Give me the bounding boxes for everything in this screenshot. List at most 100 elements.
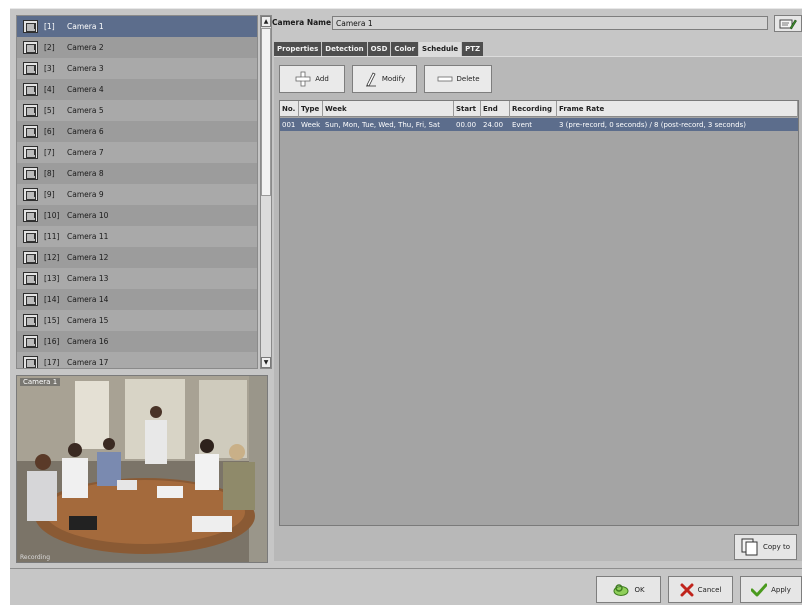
camera-icon: [23, 356, 38, 368]
camera-list-item[interactable]: [9] Camera 9: [17, 184, 257, 205]
camera-list-item[interactable]: [12] Camera 12: [17, 247, 257, 268]
scroll-up-button[interactable]: ▲: [261, 16, 271, 27]
cancel-button[interactable]: Cancel: [668, 576, 733, 603]
tab-detection[interactable]: Detection: [322, 42, 367, 56]
camera-number: [2]: [44, 43, 55, 52]
camera-list-item[interactable]: [13] Camera 13: [17, 268, 257, 289]
copy-to-label: Copy to: [762, 543, 790, 551]
camera-number: [1]: [44, 22, 55, 31]
camera-icon: [23, 104, 38, 117]
camera-list-item[interactable]: [7] Camera 7: [17, 142, 257, 163]
camera-list-item[interactable]: [6] Camera 6: [17, 121, 257, 142]
camera-name: Camera 5: [67, 106, 104, 115]
pencil-icon: [365, 72, 376, 87]
column-header[interactable]: Type: [299, 101, 323, 117]
scroll-down-button[interactable]: ▼: [261, 357, 271, 368]
camera-settings-window: [1] Camera 1 [2] Camera 2 [3] Camera 3 [4] Came…: [10, 8, 802, 605]
camera-name: Camera 11: [67, 232, 109, 241]
camera-name: Camera 10: [67, 211, 109, 220]
camera-list-item[interactable]: [8] Camera 8: [17, 163, 257, 184]
camera-number: [13]: [44, 274, 60, 283]
camera-name: Camera 9: [67, 190, 104, 199]
camera-name: Camera 16: [67, 337, 109, 346]
preview-image: [17, 376, 267, 562]
copy-icon: [741, 538, 758, 556]
camera-list-item[interactable]: [3] Camera 3: [17, 58, 257, 79]
camera-list-item[interactable]: [10] Camera 10: [17, 205, 257, 226]
camera-name: Camera 1: [67, 22, 104, 31]
camera-list-item[interactable]: [1] Camera 1: [17, 16, 257, 37]
column-header[interactable]: Frame Rate: [557, 101, 798, 117]
camera-icon: [23, 272, 38, 285]
camera-number: [12]: [44, 253, 60, 262]
camera-list-item[interactable]: [14] Camera 14: [17, 289, 257, 310]
cell-end: 24.00: [483, 120, 504, 129]
camera-icon: [23, 209, 38, 222]
camera-number: [10]: [44, 211, 60, 220]
tab-schedule[interactable]: Schedule: [419, 42, 462, 56]
dialog-footer: OK Cancel Apply: [10, 568, 802, 605]
camera-list-item[interactable]: [15] Camera 15: [17, 310, 257, 331]
camera-icon: [23, 146, 38, 159]
apply-label: Apply: [771, 585, 791, 594]
column-header[interactable]: Week: [323, 101, 454, 117]
add-label: Add: [315, 75, 329, 83]
camera-name: Camera 2: [67, 43, 104, 52]
camera-number: [5]: [44, 106, 55, 115]
camera-icon: [23, 293, 38, 306]
camera-list-item[interactable]: [2] Camera 2: [17, 37, 257, 58]
edit-name-button[interactable]: [774, 15, 802, 32]
red-x-icon: [680, 583, 694, 596]
modify-label: Modify: [381, 75, 406, 83]
camera-name: Camera 15: [67, 316, 109, 325]
camera-name: Camera 6: [67, 127, 104, 136]
camera-number: [3]: [44, 64, 55, 73]
edit-pencil-icon: [779, 19, 797, 29]
add-button[interactable]: Add: [279, 65, 345, 93]
cell-recording: Event: [512, 120, 533, 129]
column-header[interactable]: No.: [280, 101, 299, 117]
preview-camera-label: Camera 1: [20, 378, 61, 386]
scroll-thumb[interactable]: [261, 28, 271, 196]
ok-hand-icon: [613, 583, 629, 596]
schedule-table: No. Type Week Start End Recording Frame Rate 0…: [279, 100, 799, 526]
camera-name-input[interactable]: [332, 16, 768, 30]
camera-number: [4]: [44, 85, 55, 94]
minus-icon: [437, 76, 452, 82]
camera-number: [9]: [44, 190, 55, 199]
camera-number: [11]: [44, 232, 60, 241]
camera-preview: Camera 1 Recording: [16, 375, 268, 563]
column-header[interactable]: End: [481, 101, 510, 117]
schedule-panel: Add Modify Delete No. Type Week Start End Rec…: [274, 56, 802, 561]
tab-color[interactable]: Color: [391, 42, 419, 56]
camera-name: Camera 13: [67, 274, 109, 283]
cell-week: Sun, Mon, Tue, Wed, Thu, Fri, Sat: [325, 120, 440, 129]
camera-list-item[interactable]: [11] Camera 11: [17, 226, 257, 247]
copy-to-button[interactable]: Copy to: [734, 534, 797, 560]
camera-list-item[interactable]: [16] Camera 16: [17, 331, 257, 352]
apply-button[interactable]: Apply: [740, 576, 802, 603]
camera-list-scrollbar[interactable]: ▲ ▼: [260, 15, 272, 369]
ok-button[interactable]: OK: [596, 576, 661, 603]
tab-osd[interactable]: OSD: [367, 42, 391, 56]
camera-name: Camera 7: [67, 148, 104, 157]
camera-icon: [23, 41, 38, 54]
table-row[interactable]: 001 Week Sun, Mon, Tue, Wed, Thu, Fri, S…: [280, 118, 798, 131]
column-header[interactable]: Start: [454, 101, 481, 117]
tab-properties[interactable]: Properties: [274, 42, 322, 56]
camera-list-item[interactable]: [5] Camera 5: [17, 100, 257, 121]
camera-icon: [23, 167, 38, 180]
tab-ptz[interactable]: PTZ: [462, 42, 484, 56]
camera-list-item[interactable]: [4] Camera 4: [17, 79, 257, 100]
camera-name: Camera 17: [67, 358, 109, 367]
camera-icon: [23, 20, 38, 33]
camera-number: [16]: [44, 337, 60, 346]
settings-tabs: Properties Detection OSD Color Schedule PTZ: [274, 42, 484, 56]
delete-label: Delete: [456, 75, 480, 83]
camera-number: [17]: [44, 358, 60, 367]
cell-no: 001: [282, 120, 296, 129]
delete-button[interactable]: Delete: [424, 65, 492, 93]
camera-list-item[interactable]: [17] Camera 17: [17, 352, 257, 368]
column-header[interactable]: Recording: [510, 101, 557, 117]
modify-button[interactable]: Modify: [352, 65, 417, 93]
